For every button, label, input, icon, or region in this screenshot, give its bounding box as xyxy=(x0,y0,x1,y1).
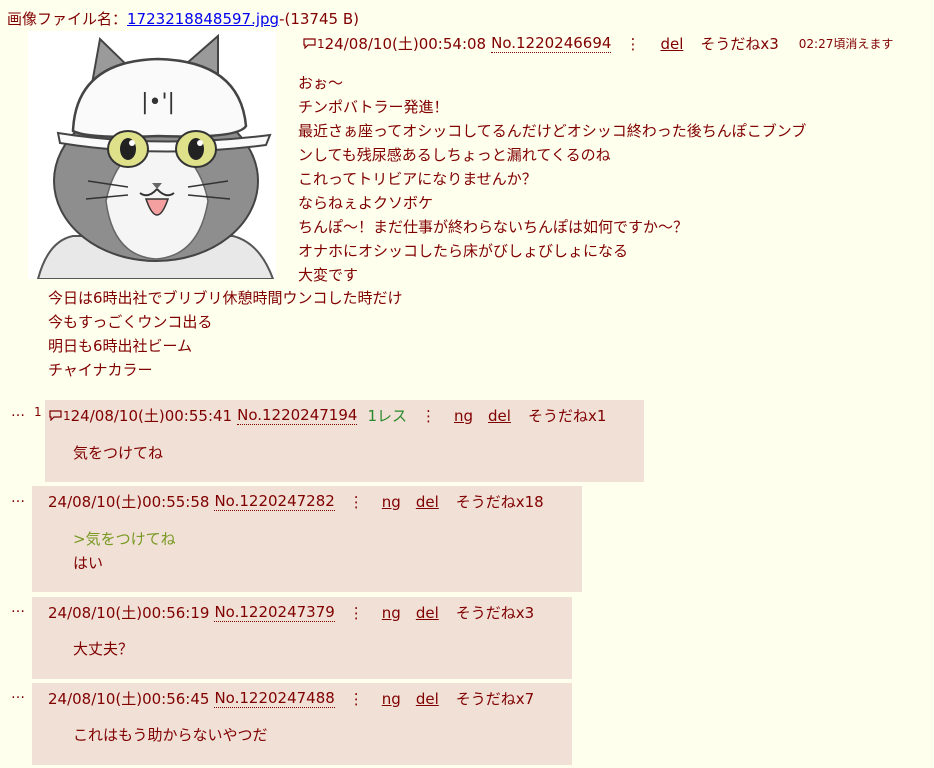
reply-header: 24/08/10(土)00:56:19 No.1220247379 ⋮ ng d… xyxy=(48,602,534,623)
op-del-link[interactable]: del xyxy=(660,35,683,53)
reply-box: 24/08/10(土)00:56:19 No.1220247379 ⋮ ng d… xyxy=(32,597,572,679)
reply-menu-icon[interactable]: ⋮ xyxy=(349,604,364,622)
reply-box: 24/08/10(土)00:56:45 No.1220247488 ⋮ ng d… xyxy=(32,683,572,765)
reply-del-link[interactable]: del xyxy=(488,407,511,425)
reply-box: 24/08/10(土)00:55:58 No.1220247282 ⋮ ng d… xyxy=(32,486,582,592)
reply-ng-link[interactable]: ng xyxy=(454,407,473,425)
op-comment-body-continued: 今日は6時出社でブリブリ休憩時間ウンコした時だけ 今もすっごくウンコ出る 明日も… xyxy=(48,286,403,382)
reply-text: 大丈夫？ xyxy=(73,640,134,658)
op-datetime: 24/08/10(土)00:54:08 xyxy=(324,35,487,53)
reply-comment-count: 1 xyxy=(63,408,71,423)
reply-post-number[interactable]: No.1220247379 xyxy=(214,603,335,622)
op-line: 今日は6時出社でブリブリ休憩時間ウンコした時だけ xyxy=(48,289,403,307)
file-size: -(13745 B) xyxy=(279,10,359,28)
svg-text:|•'|: |•'| xyxy=(141,90,175,115)
reply-dots: … xyxy=(11,686,25,702)
reply-text: 気をつけてね xyxy=(73,444,164,462)
cat-thumbnail-image: |•'| xyxy=(36,33,275,279)
op-line: 最近さぁ座ってオシッコしてるんだけどオシッコ終わった後ちんぽこブンブ xyxy=(298,122,807,140)
op-line: 明日も6時出社ビーム xyxy=(48,337,193,355)
op-line: チンポバトラー発進！ xyxy=(298,98,449,116)
reply-index: 1 xyxy=(34,405,42,419)
op-line: 今もすっごくウンコ出る xyxy=(48,313,213,331)
op-soudane-button[interactable]: そうだねx3 xyxy=(700,33,778,54)
op-line: おぉ～ xyxy=(298,74,344,92)
reply-res-count[interactable]: 1レス xyxy=(367,405,407,426)
reply-header: 24/08/10(土)00:56:45 No.1220247488 ⋮ ng d… xyxy=(48,688,534,709)
op-comment-body: おぉ～ チンポバトラー発進！ 最近さぁ座ってオシッコしてるんだけどオシッコ終わっ… xyxy=(298,71,806,287)
reply-soudane-button[interactable]: そうだねx1 xyxy=(528,405,606,426)
reply-text: これはもう助からないやつだ xyxy=(73,726,268,744)
reply-del-link[interactable]: del xyxy=(416,604,439,622)
op-post-number[interactable]: No.1220246694 xyxy=(491,34,612,53)
op-line: ならねぇよクソボケ xyxy=(298,194,434,212)
op-thumbnail[interactable]: |•'| xyxy=(28,31,276,279)
op-line: ンしても残尿感あるしちょっと漏れてくるのね xyxy=(298,146,611,164)
reply-del-link[interactable]: del xyxy=(416,690,439,708)
reply-header: 1 24/08/10(土)00:55:41 No.1220247194 1レス … xyxy=(49,405,606,426)
op-line: オナホにオシッコしたら床がびしょびしょになる xyxy=(298,242,629,260)
op-header: 1 24/08/10(土)00:54:08 No.1220246694 ⋮ de… xyxy=(303,33,893,54)
reply-box: 1 24/08/10(土)00:55:41 No.1220247194 1レス … xyxy=(45,400,644,482)
reply-del-link[interactable]: del xyxy=(416,493,439,511)
reply-ng-link[interactable]: ng xyxy=(382,690,401,708)
reply-ng-link[interactable]: ng xyxy=(382,604,401,622)
reply-dots: … xyxy=(11,490,25,506)
reply-dots: … xyxy=(11,600,25,616)
reply-ng-link[interactable]: ng xyxy=(382,493,401,511)
op-line: ちんぽ～！まだ仕事が終わらないちんぽは如何ですか～？ xyxy=(298,218,689,236)
reply-soudane-button[interactable]: そうだねx3 xyxy=(456,602,534,623)
reply-text: はい xyxy=(73,554,104,572)
file-info: 画像ファイル名：1723218848597.jpg-(13745 B) xyxy=(7,8,359,29)
op-line: 大変です xyxy=(298,266,359,284)
reply-post-number[interactable]: No.1220247282 xyxy=(214,492,335,511)
op-line: チャイナカラー xyxy=(48,361,153,379)
comment-icon xyxy=(303,38,316,49)
reply-datetime: 24/08/10(土)00:56:45 xyxy=(48,690,210,708)
reply-quote: >気をつけてね xyxy=(73,530,176,548)
reply-menu-icon[interactable]: ⋮ xyxy=(421,407,436,425)
reply-datetime: 24/08/10(土)00:55:41 xyxy=(70,407,233,425)
reply-body: >気をつけてね はい xyxy=(73,527,176,575)
reply-soudane-button[interactable]: そうだねx7 xyxy=(456,688,534,709)
file-link[interactable]: 1723218848597.jpg xyxy=(127,10,279,28)
reply-post-number[interactable]: No.1220247194 xyxy=(237,406,358,425)
reply-header: 24/08/10(土)00:55:58 No.1220247282 ⋮ ng d… xyxy=(48,491,544,512)
reply-soudane-button[interactable]: そうだねx18 xyxy=(456,491,544,512)
reply-dots: … xyxy=(11,404,25,420)
file-info-prefix: 画像ファイル名： xyxy=(7,10,128,28)
op-line: これってトリビアになりませんか？ xyxy=(298,170,537,188)
reply-datetime: 24/08/10(土)00:56:19 xyxy=(48,604,210,622)
op-menu-icon[interactable]: ⋮ xyxy=(625,35,640,53)
reply-menu-icon[interactable]: ⋮ xyxy=(349,493,364,511)
comment-icon xyxy=(49,410,62,421)
op-comment-count: 1 xyxy=(317,36,325,51)
op-expire-time: 02:27頃消えます xyxy=(798,37,894,51)
reply-datetime: 24/08/10(土)00:55:58 xyxy=(48,493,210,511)
reply-menu-icon[interactable]: ⋮ xyxy=(349,690,364,708)
reply-post-number[interactable]: No.1220247488 xyxy=(214,689,335,708)
